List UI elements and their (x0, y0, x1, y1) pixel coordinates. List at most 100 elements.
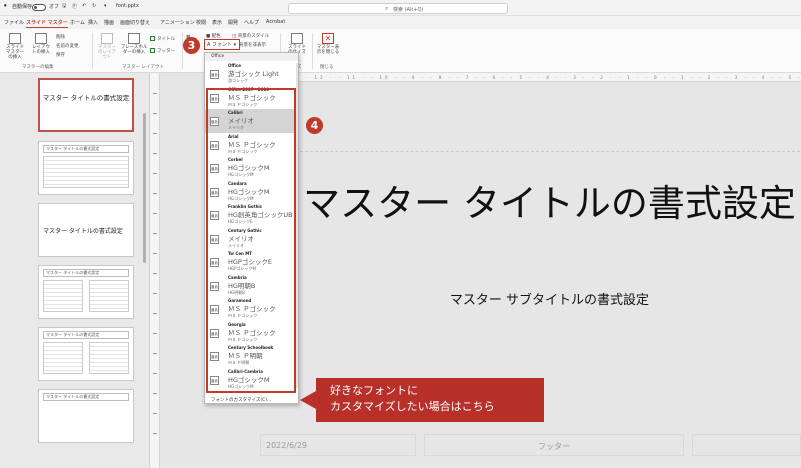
tab-review[interactable]: 校閲 (196, 19, 206, 26)
group-close: 閉じる (320, 65, 334, 70)
search-placeholder: 検索 (Alt+Q) (393, 7, 424, 13)
font-theme-body-font: 游ゴシック (228, 78, 248, 83)
date-text: 2022/6/29 (266, 441, 308, 450)
master-layout-button[interactable]: マスターのレイアウト (96, 33, 118, 60)
horizontal-ruler: · 12 · · 11 · · 10 · · 9 · · 8 · · 7 · ·… (296, 73, 801, 82)
slide-size-icon (291, 33, 303, 44)
fonts-label: フォント (212, 42, 233, 48)
fonts-button[interactable]: A フォント ▾ (204, 39, 240, 50)
customize-qat-icon[interactable]: ▾ (104, 3, 107, 9)
tab-draw[interactable]: 描画 (104, 19, 114, 26)
callout-box: 好きなフォントに カスタマイズしたい場合はこちら (316, 378, 544, 422)
insert-placeholder-button[interactable]: プレースホルダーの挿入 (120, 33, 148, 55)
tab-help[interactable]: ヘルプ (244, 19, 259, 26)
slide-thumbnail-pane: マスター タイトルの書式設定 マスター タイトルの書式設定 マスター タイトルの… (0, 73, 150, 468)
tab-view[interactable]: 表示 (212, 19, 222, 26)
tab-acrobat[interactable]: Acrobat (266, 19, 285, 25)
slide-number-placeholder[interactable] (692, 434, 801, 456)
thumbnail-title: マスター タイトルの書式設定 (43, 228, 123, 235)
step-4-marker: 4 (306, 117, 323, 134)
autosave-toggle[interactable] (32, 4, 46, 11)
search-icon: ⌕ (385, 5, 389, 12)
close-icon: ✕ (322, 33, 334, 44)
quick-access-icon[interactable]: Ⓕ (72, 3, 77, 10)
delete-button[interactable]: 削除 (56, 34, 65, 40)
thumbnail-content (43, 280, 83, 312)
thumbnail-scrollbar[interactable] (143, 113, 146, 263)
check-icon (150, 48, 155, 53)
title-bar: ⏺ 自動保存 オフ 🖫 Ⓕ ↶ ↻ ▾ font.pptx ⌕ 検索 (Alt+… (0, 0, 801, 16)
close-master-label: マスター表示を閉じる (316, 45, 340, 55)
insert-slide-master-button[interactable]: スライド マスターの挿入 (4, 33, 26, 60)
close-master-view-button[interactable]: ✕ マスター表示を閉じる (316, 33, 340, 55)
tab-transitions[interactable]: 画面切り替え (120, 19, 150, 26)
master-layout-icon (101, 33, 113, 44)
tab-file[interactable]: ファイル (4, 19, 24, 26)
thumbnail-content (43, 156, 129, 188)
insert-slide-master-label: スライド マスターの挿入 (6, 45, 24, 60)
insert-layout-button[interactable]: レイアウトの挿入 (30, 33, 52, 55)
thumbnail-title: マスター タイトルの書式設定 (42, 94, 130, 102)
font-theme-item[interactable]: 亜あ Office 游ゴシック Light 游ゴシック (205, 62, 296, 86)
thumbnail-content (43, 342, 83, 374)
preserve-button[interactable]: 保存 (56, 52, 65, 58)
fonts-icon: A (207, 42, 211, 48)
tab-insert[interactable]: 挿入 (88, 19, 98, 26)
check-icon (150, 36, 155, 41)
date-placeholder[interactable]: 2022/6/29 (260, 434, 416, 456)
thumbnail-layout[interactable]: マスター タイトルの書式設定 (38, 203, 134, 257)
tab-slide-master[interactable]: スライド マスター (26, 19, 68, 28)
step-3-marker: 3 (183, 37, 200, 54)
hide-background-label: 背景を非表示 (239, 43, 266, 48)
thumbnail-layout[interactable]: マスター タイトルの書式設定 (38, 265, 134, 319)
tab-developer[interactable]: 開発 (228, 19, 238, 26)
footer-placeholder[interactable]: フッター (424, 434, 684, 456)
redo-icon[interactable]: ↻ (92, 3, 96, 9)
thumbnail-layout[interactable]: マスター タイトルの書式設定 (38, 327, 134, 381)
file-name[interactable]: font.pptx (116, 3, 139, 9)
ribbon-divider (182, 33, 183, 69)
thumbnail-title: マスター タイトルの書式設定 (43, 393, 129, 401)
customize-fonts-link[interactable]: フォントのカスタマイズ(C)... (211, 397, 271, 403)
callout-line-2: カスタマイズしたい場合はこちら (330, 400, 495, 413)
dropdown-scrollbar[interactable] (296, 63, 298, 388)
font-list-highlight-frame (206, 88, 296, 393)
search-box[interactable]: ⌕ 検索 (Alt+Q) (288, 3, 508, 14)
slide-title-placeholder-border (260, 151, 800, 152)
tab-home[interactable]: ホーム (70, 19, 85, 26)
insert-layout-label: レイアウトの挿入 (32, 45, 50, 55)
slide-master-icon (9, 33, 21, 44)
background-styles-label: 背景のスタイル (237, 34, 270, 39)
font-theme-heading-font: 游ゴシック Light (228, 70, 279, 78)
undo-icon[interactable]: ↶ (82, 3, 86, 9)
ribbon-divider (92, 33, 93, 69)
callout-line-1: 好きなフォントに (330, 384, 418, 397)
title-checkbox[interactable]: タイトル (150, 36, 175, 42)
ribbon-divider (312, 33, 313, 69)
vertical-ruler (150, 73, 160, 468)
thumbnail-layout[interactable]: マスター タイトルの書式設定 (38, 389, 134, 443)
tab-animations[interactable]: アニメーション (160, 19, 195, 26)
callout-arrow (300, 391, 316, 409)
thumbnail-content (89, 280, 129, 312)
footer-checkbox[interactable]: フッター (150, 48, 175, 54)
insert-placeholder-label: プレースホルダーの挿入 (120, 45, 148, 55)
autosave-label: 自動保存 (12, 4, 33, 10)
footer-checkbox-label: フッター (157, 49, 175, 54)
slide-subtitle[interactable]: マスター サブタイトルの書式設定 (298, 289, 801, 308)
slide-title[interactable]: マスター タイトルの書式設定 (298, 182, 801, 225)
save-icon[interactable]: 🖫 (62, 3, 66, 11)
thumbnail-layout[interactable]: マスター タイトルの書式設定 (38, 141, 134, 195)
ribbon-tabs: ファイル スライド マスター ホーム 挿入 描画 画面切り替え アニメーション … (0, 16, 801, 29)
thumbnail-title: マスター タイトルの書式設定 (43, 145, 129, 153)
group-master-edit: マスターの編集 (22, 65, 54, 70)
rename-button[interactable]: 名前の変更 (56, 43, 79, 49)
thumbnail-content (89, 342, 129, 374)
dropdown-section-header: Office (205, 53, 298, 61)
powerpoint-window: ⏺ 自動保存 オフ 🖫 Ⓕ ↶ ↻ ▾ font.pptx ⌕ 検索 (Alt+… (0, 0, 801, 468)
layout-icon (35, 33, 47, 44)
placeholder-icon (128, 33, 140, 44)
master-layout-label: マスターのレイアウト (98, 45, 116, 60)
thumbnail-title: マスター タイトルの書式設定 (43, 331, 129, 339)
thumbnail-slide-master[interactable]: マスター タイトルの書式設定 (38, 78, 134, 132)
